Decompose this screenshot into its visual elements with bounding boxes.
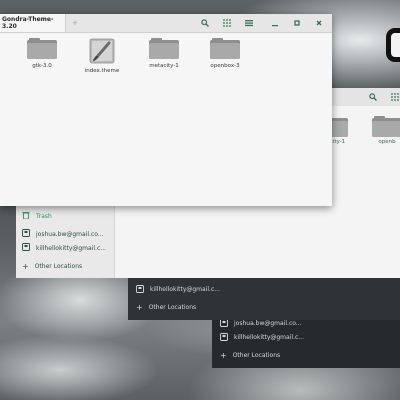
- search-icon[interactable]: [198, 17, 212, 29]
- dark-window-middle: killhellokitty@gmail.c... + Other Locati…: [128, 278, 400, 320]
- plus-icon: +: [136, 302, 143, 312]
- sidebar-item-label: joshua.bw@gmail.co...: [234, 319, 302, 327]
- app-logo-icon: [386, 28, 400, 62]
- title-bar: Gondra-Theme-3.20 +: [0, 14, 332, 33]
- sidebar-item-label: Other Locations: [34, 262, 83, 270]
- plus-icon: +: [220, 350, 227, 360]
- menu-icon[interactable]: [242, 17, 256, 29]
- grid-view-icon[interactable]: [220, 17, 234, 29]
- tab-title: Gondra-Theme-3.20: [2, 16, 54, 30]
- file-label: index.theme: [84, 68, 120, 74]
- sidebar-item-label: Other Locations: [148, 303, 197, 311]
- sidebar-item-account[interactable]: killhellokitty@gmail.c...: [22, 242, 106, 254]
- file-label: gtk-3.0: [32, 63, 52, 69]
- search-icon[interactable]: [366, 91, 380, 103]
- sidebar-item-other-locations[interactable]: + Other Locations: [22, 260, 82, 272]
- file-label: openbox-3: [210, 63, 240, 69]
- sidebar-item-label: killhellokitty@gmail.c...: [36, 244, 106, 252]
- sidebar-item-trash[interactable]: Trash: [22, 210, 52, 222]
- account-icon: [220, 333, 228, 341]
- folder-icon: [27, 38, 57, 59]
- sidebar-item-label: killhellokitty@gmail.c...: [234, 333, 304, 341]
- sidebar-item-other-locations[interactable]: + Other Locations: [220, 348, 280, 362]
- folder-item[interactable]: openbox-3: [193, 38, 257, 69]
- theme-file-item[interactable]: index.theme: [70, 38, 134, 74]
- grid-view-icon[interactable]: [388, 91, 400, 103]
- folder-icon: [210, 38, 240, 59]
- account-icon: [220, 319, 228, 327]
- account-icon: [22, 229, 30, 239]
- maximize-icon[interactable]: [290, 17, 304, 29]
- folder-item[interactable]: openb: [355, 116, 400, 145]
- file-area: gtk-3.0 index.theme metacity-1 openbox-3: [0, 32, 332, 206]
- file-manager-window: Gondra-Theme-3.20 + gtk-3.0 index.theme …: [0, 14, 332, 206]
- sidebar-item-account[interactable]: killhellokitty@gmail.c...: [136, 282, 220, 296]
- sidebar-item-account[interactable]: joshua.bw@gmail.co...: [22, 228, 104, 240]
- folder-item[interactable]: gtk-3.0: [10, 38, 74, 69]
- folder-icon: [372, 116, 400, 137]
- sidebar-item-label: Other Locations: [232, 351, 281, 359]
- new-tab-button[interactable]: +: [70, 17, 80, 29]
- sidebar-item-label: killhellokitty@gmail.c...: [150, 285, 220, 293]
- trash-icon: [22, 211, 30, 221]
- plus-icon: +: [22, 261, 29, 271]
- tab-current[interactable]: Gondra-Theme-3.20: [0, 14, 66, 32]
- sidebar-item-label: Trash: [36, 212, 52, 220]
- account-icon: [136, 285, 144, 293]
- sidebar-item-label: joshua.bw@gmail.co...: [36, 230, 104, 238]
- account-icon: [22, 243, 30, 253]
- file-label: metacity-1: [149, 63, 179, 69]
- folder-item[interactable]: metacity-1: [132, 38, 196, 69]
- folder-icon: [149, 38, 179, 59]
- sidebar-item-other-locations[interactable]: + Other Locations: [136, 300, 196, 314]
- theme-file-icon: [88, 38, 116, 64]
- file-label: openb: [378, 139, 396, 145]
- close-icon[interactable]: [312, 17, 326, 29]
- minimize-icon[interactable]: [268, 17, 282, 29]
- sidebar-item-account[interactable]: killhellokitty@gmail.c...: [220, 330, 304, 344]
